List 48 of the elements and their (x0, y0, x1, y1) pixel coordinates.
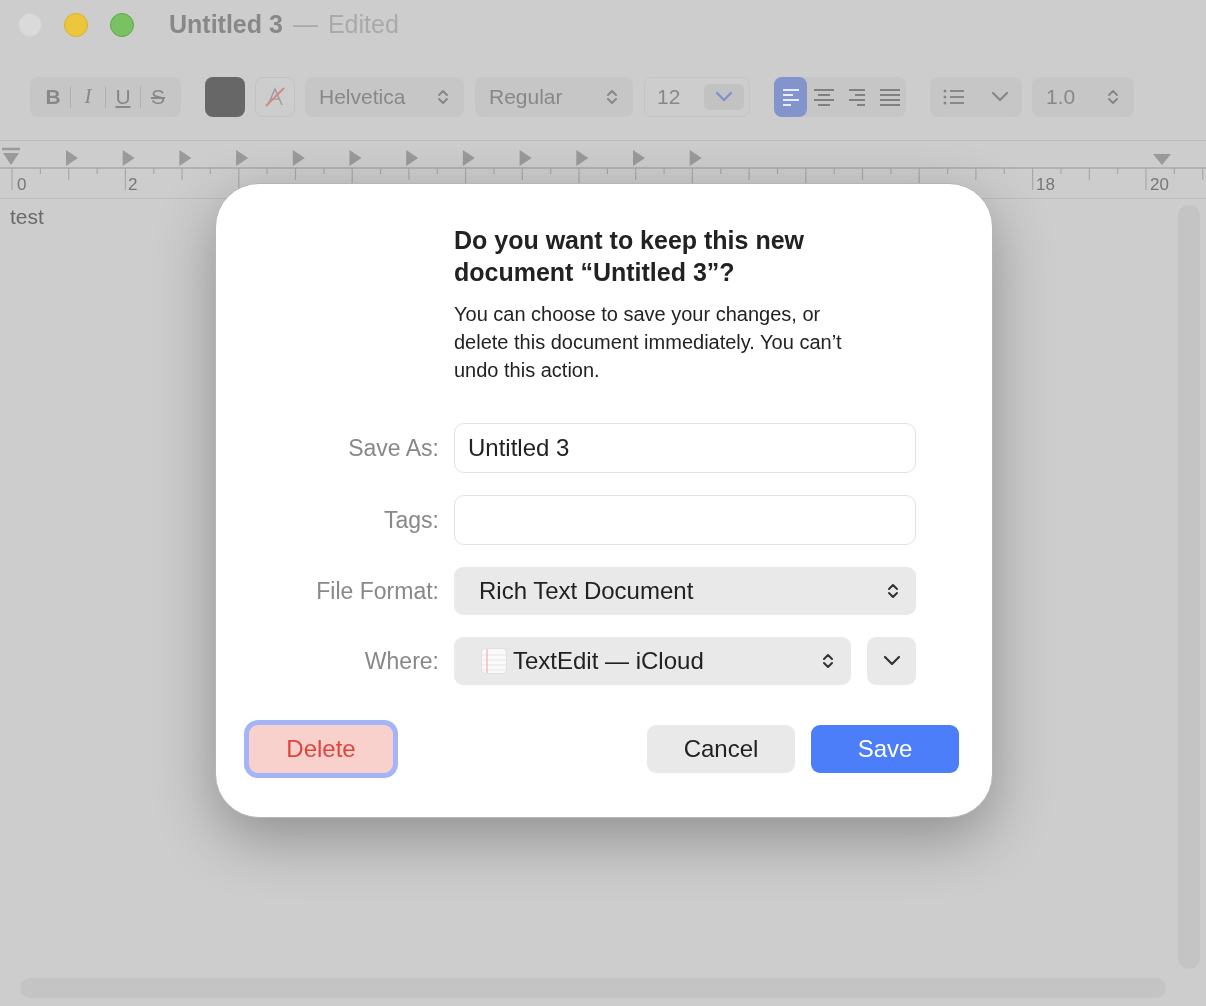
align-left-button[interactable] (774, 77, 807, 117)
ruler-number: 2 (128, 176, 138, 193)
input-field[interactable]: Untitled 3 (454, 423, 916, 473)
background-color-button[interactable] (255, 77, 295, 117)
bulleted-list-icon (942, 87, 966, 107)
align-justify-icon (877, 87, 902, 107)
chevron-updown-icon (886, 581, 900, 601)
file-format-popup[interactable]: Rich Text Document (454, 567, 916, 615)
zoom-button[interactable] (110, 13, 134, 37)
dialog-message: You can choose to save your changes, or delete this document immediately. You can’t undo this action. (454, 302, 843, 383)
default-button[interactable]: Save (811, 725, 959, 773)
text-style-button[interactable]: U (106, 81, 140, 113)
ruler-number: 0 (17, 176, 27, 193)
ruler-number: 18 (1036, 176, 1055, 193)
input-field[interactable] (454, 495, 916, 545)
font-family-popup[interactable]: Helvetica (305, 77, 464, 117)
field-label: Save As: (347, 433, 439, 463)
crossed-out-letter-icon (263, 85, 287, 109)
list-style-popup[interactable] (930, 77, 1022, 117)
field-label: Where: (363, 646, 439, 676)
font-style-popup[interactable]: Regular (475, 77, 633, 117)
ruler-number: 20 (1150, 176, 1169, 193)
chevron-updown-icon (605, 87, 619, 107)
text-color-swatch[interactable] (205, 77, 245, 117)
text-style-button[interactable]: I (71, 81, 105, 113)
minimize-button[interactable] (64, 13, 88, 37)
document-text: test (10, 204, 44, 230)
chevron-updown-icon (1106, 87, 1120, 107)
chevron-updown-icon (821, 651, 835, 671)
align-center-icon (811, 87, 836, 107)
font-size-dropdown-button[interactable] (704, 84, 744, 110)
window-title: Untitled 3 (169, 9, 283, 41)
dialog-heading: Do you want to keep this new document “Untitled 3”? (454, 225, 806, 288)
location-popup[interactable]: TextEdit — iCloud (454, 637, 851, 685)
title-separator: — (292, 9, 318, 41)
chevron-down-icon (990, 91, 1010, 103)
notepad-icon (481, 648, 507, 674)
chevron-down-icon (881, 655, 902, 667)
line-spacing-popup[interactable]: 1.0 (1032, 77, 1134, 117)
text-style-button[interactable]: S (141, 81, 175, 113)
normal-button[interactable]: Cancel (647, 725, 795, 773)
field-label: File Format: (315, 576, 439, 606)
font-size-combo[interactable]: 12 (644, 77, 750, 117)
chevron-down-icon (714, 91, 734, 103)
text-style-button[interactable]: B (36, 81, 70, 113)
field-label: Tags: (383, 505, 439, 535)
expand-button[interactable] (867, 637, 916, 685)
chevron-updown-icon (436, 87, 450, 107)
